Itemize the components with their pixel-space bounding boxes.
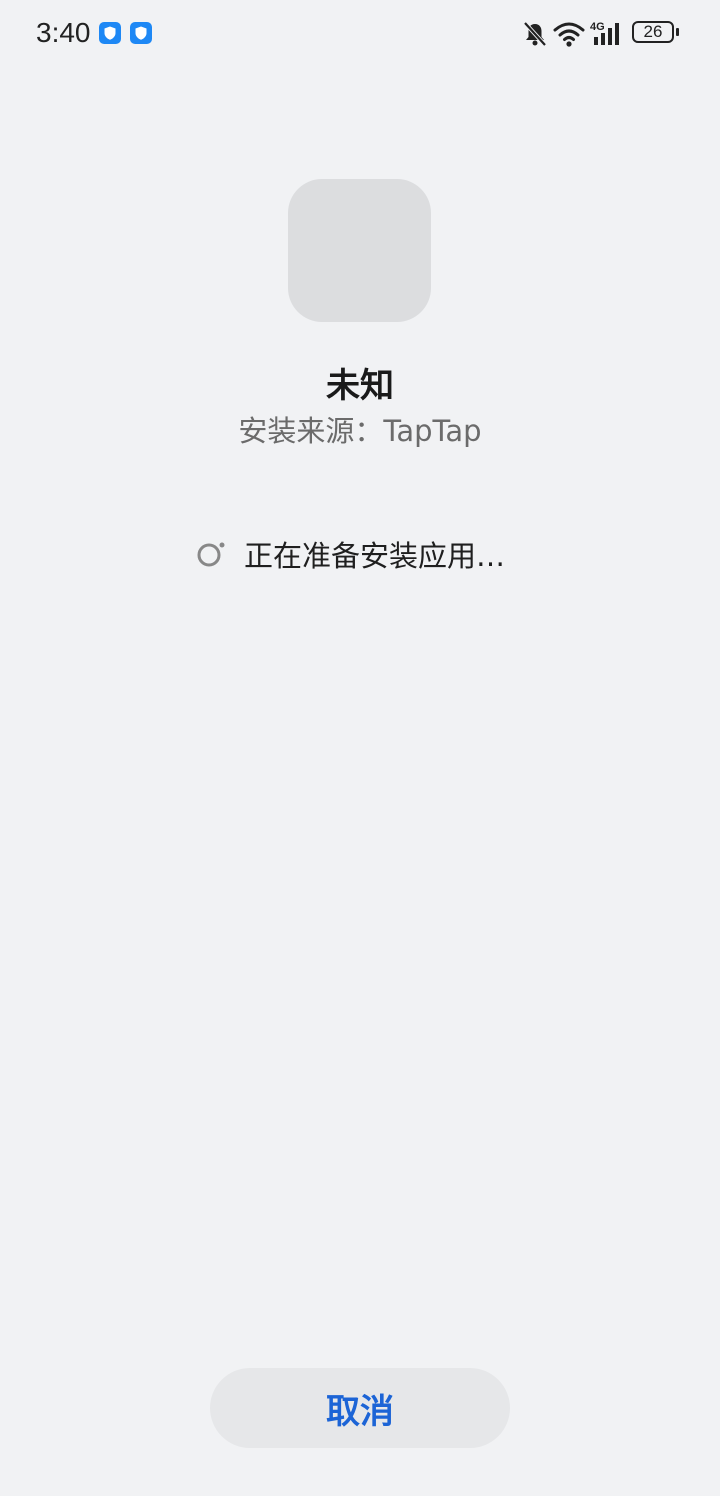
- wifi-icon: [553, 22, 585, 47]
- cancel-button[interactable]: 取消: [210, 1368, 510, 1448]
- bell-muted-icon: [523, 21, 547, 47]
- loading-spinner-icon: [197, 542, 225, 567]
- shield-icon: [130, 22, 152, 44]
- app-icon-placeholder: [288, 179, 431, 322]
- cellular-4g-icon: 4G: [590, 21, 619, 45]
- install-source: 安装来源：TapTap: [238, 414, 482, 448]
- status-bar: 3:40 4G 26: [0, 0, 720, 70]
- progress-text: 正在准备安装应用…: [244, 539, 506, 573]
- install-progress: 正在准备安装应用…: [196, 534, 505, 574]
- status-time: 3:40: [36, 17, 91, 48]
- shield-icon: [99, 22, 121, 44]
- battery-level: 26: [643, 22, 663, 41]
- svg-text:4G: 4G: [590, 21, 605, 33]
- battery-icon: 26: [632, 21, 682, 49]
- app-name: 未知: [326, 366, 394, 406]
